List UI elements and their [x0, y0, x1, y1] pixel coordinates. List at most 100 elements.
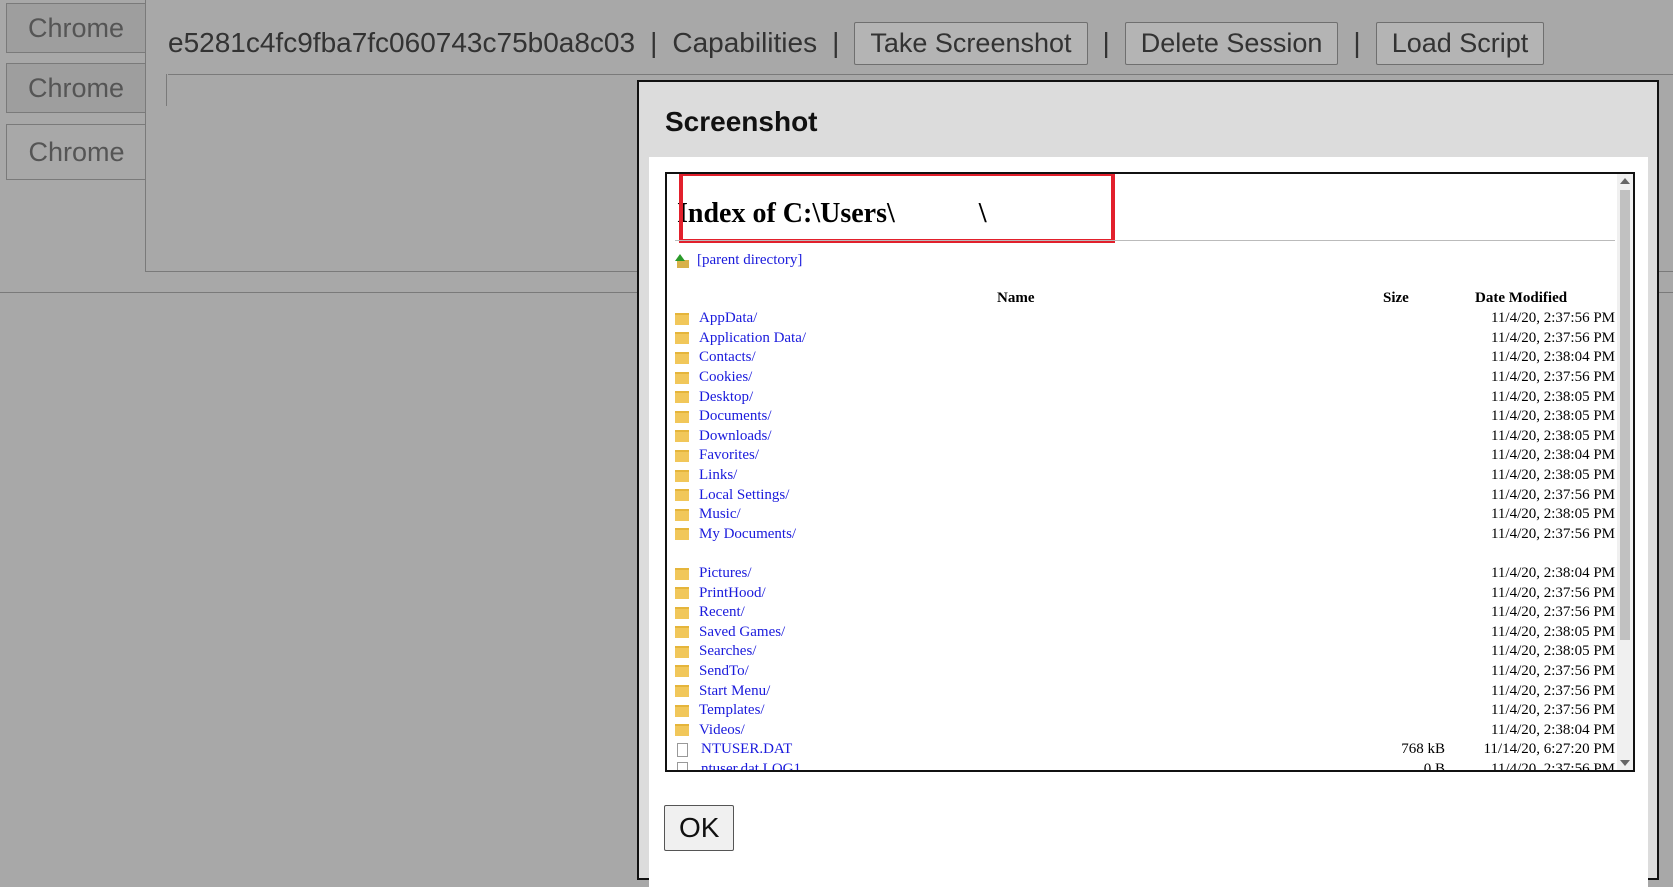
- file-row: PrintHood/11/4/20, 2:37:56 PM: [675, 583, 1615, 603]
- folder-icon: [675, 469, 689, 482]
- file-row: My Documents/11/4/20, 2:37:56 PM: [675, 525, 1615, 545]
- file-list: AppData/11/4/20, 2:37:56 PM Application D…: [675, 309, 1615, 772]
- vertical-scrollbar[interactable]: [1617, 174, 1633, 770]
- file-date: 11/4/20, 2:37:56 PM: [1490, 760, 1615, 772]
- file-date: 11/4/20, 2:37:56 PM: [1490, 369, 1615, 386]
- file-link[interactable]: Cookies/: [699, 369, 752, 386]
- file-link[interactable]: Desktop/: [699, 389, 753, 406]
- file-link[interactable]: Saved Games/: [699, 624, 785, 641]
- file-date: 11/4/20, 2:38:05 PM: [1490, 408, 1615, 425]
- folder-icon: [675, 351, 689, 364]
- folder-icon: [675, 371, 689, 384]
- session-id: e5281c4fc9fba7fc060743c75b0a8c03: [168, 27, 636, 58]
- file-link[interactable]: Recent/: [699, 604, 745, 621]
- script-area[interactable]: [166, 74, 168, 106]
- file-link[interactable]: Start Menu/: [699, 683, 770, 700]
- folder-icon: [675, 704, 689, 717]
- heading-divider: [675, 240, 1615, 241]
- session-tab-label: Chrome: [27, 12, 125, 43]
- file-row: Documents/11/4/20, 2:38:05 PM: [675, 407, 1615, 427]
- file-size: 768 kB: [1401, 741, 1445, 758]
- column-header-name: Name: [997, 290, 1035, 306]
- load-script-button[interactable]: Load Script: [1375, 21, 1545, 65]
- screenshot-dialog: Screenshot Index of C:\Users\ \ [parent …: [637, 80, 1659, 887]
- file-row: SendTo/11/4/20, 2:37:56 PM: [675, 662, 1615, 682]
- delete-session-button[interactable]: Delete Session: [1124, 21, 1339, 65]
- folder-icon: [675, 645, 689, 658]
- file-link[interactable]: Downloads/: [699, 428, 772, 445]
- file-link[interactable]: PrintHood/: [699, 585, 766, 602]
- scroll-thumb[interactable]: [1620, 190, 1630, 640]
- file-date: 11/4/20, 2:37:56 PM: [1490, 310, 1615, 327]
- separator: |: [1353, 27, 1361, 58]
- folder-icon: [675, 449, 689, 462]
- parent-directory-link[interactable]: [parent directory]: [697, 252, 802, 269]
- file-date: 11/4/20, 2:38:05 PM: [1490, 506, 1615, 523]
- file-row: Videos/11/4/20, 2:38:04 PM: [675, 720, 1615, 740]
- folder-icon: [675, 606, 689, 619]
- file-link[interactable]: AppData/: [699, 310, 757, 327]
- file-link[interactable]: My Documents/: [699, 526, 796, 543]
- session-tab-2[interactable]: Chrome: [6, 63, 146, 113]
- separator: |: [650, 27, 658, 58]
- folder-icon: [675, 567, 689, 580]
- file-row: ntuser.dat.LOG1 0 B 11/4/20, 2:37:56 PM: [675, 760, 1615, 772]
- separator: |: [832, 27, 840, 58]
- folder-icon: [675, 391, 689, 404]
- scroll-up-icon[interactable]: [1620, 178, 1630, 184]
- file-row: Cookies/11/4/20, 2:37:56 PM: [675, 368, 1615, 388]
- file-date: 11/4/20, 2:37:56 PM: [1490, 329, 1615, 346]
- file-link[interactable]: Documents/: [699, 408, 772, 425]
- ok-button[interactable]: OK: [664, 805, 735, 851]
- folder-icon: [675, 528, 689, 541]
- file-link[interactable]: Searches/: [699, 643, 756, 660]
- column-header-size: Size: [1383, 290, 1409, 306]
- file-link[interactable]: SendTo/: [699, 663, 749, 680]
- folder-icon: [675, 332, 689, 345]
- folder-icon: [675, 685, 689, 698]
- session-tab-label: Chrome: [28, 136, 125, 167]
- file-link[interactable]: Pictures/: [699, 565, 752, 582]
- file-row: Application Data/11/4/20, 2:37:56 PM: [675, 329, 1615, 349]
- session-tab-3-active[interactable]: Chrome: [6, 124, 146, 180]
- session-tab-1[interactable]: Chrome: [6, 3, 146, 53]
- file-link[interactable]: Music/: [699, 506, 741, 523]
- file-date: 11/4/20, 2:37:56 PM: [1490, 604, 1615, 621]
- file-link[interactable]: Templates/: [699, 702, 765, 719]
- file-row: Recent/11/4/20, 2:37:56 PM: [675, 603, 1615, 623]
- separator: |: [1102, 27, 1110, 58]
- file-row: AppData/11/4/20, 2:37:56 PM: [675, 309, 1615, 329]
- file-icon: [677, 742, 688, 757]
- folder-icon: [675, 665, 689, 678]
- file-row: Searches/11/4/20, 2:38:05 PM: [675, 642, 1615, 662]
- file-icon: [677, 762, 688, 770]
- parent-directory-row: [parent directory]: [675, 252, 802, 269]
- file-row: Pictures/11/4/20, 2:38:04 PM: [675, 564, 1615, 584]
- folder-icon: [675, 410, 689, 423]
- file-link[interactable]: Contacts/: [699, 349, 756, 366]
- file-date: 11/14/20, 6:27:20 PM: [1483, 741, 1615, 758]
- folder-icon: [675, 508, 689, 521]
- file-link[interactable]: Local Settings/: [699, 487, 789, 504]
- file-size: 0 B: [1423, 760, 1445, 772]
- toolbar-divider: [168, 74, 1673, 75]
- file-link[interactable]: Application Data/: [699, 330, 806, 347]
- scroll-down-icon[interactable]: [1620, 760, 1630, 766]
- file-row: Links/11/4/20, 2:38:05 PM: [675, 466, 1615, 486]
- file-link[interactable]: Videos/: [699, 722, 745, 739]
- file-date: 11/4/20, 2:37:56 PM: [1490, 682, 1615, 699]
- file-row: Templates/11/4/20, 2:37:56 PM: [675, 701, 1615, 721]
- folder-icon: [675, 430, 689, 443]
- file-link[interactable]: Favorites/: [699, 447, 759, 464]
- file-link[interactable]: NTUSER.DAT: [701, 741, 792, 758]
- dialog-body: Index of C:\Users\ \ [parent directory] …: [649, 157, 1648, 887]
- file-row: Music/11/4/20, 2:38:05 PM: [675, 505, 1615, 525]
- file-row: Downloads/11/4/20, 2:38:05 PM: [675, 427, 1615, 447]
- file-row: Desktop/11/4/20, 2:38:05 PM: [675, 387, 1615, 407]
- take-screenshot-button[interactable]: Take Screenshot: [854, 21, 1088, 65]
- capabilities-link[interactable]: Capabilities: [672, 27, 817, 59]
- file-link[interactable]: ntuser.dat.LOG1: [701, 761, 801, 770]
- file-link[interactable]: Links/: [699, 467, 737, 484]
- file-date: 11/4/20, 2:37:56 PM: [1490, 584, 1615, 601]
